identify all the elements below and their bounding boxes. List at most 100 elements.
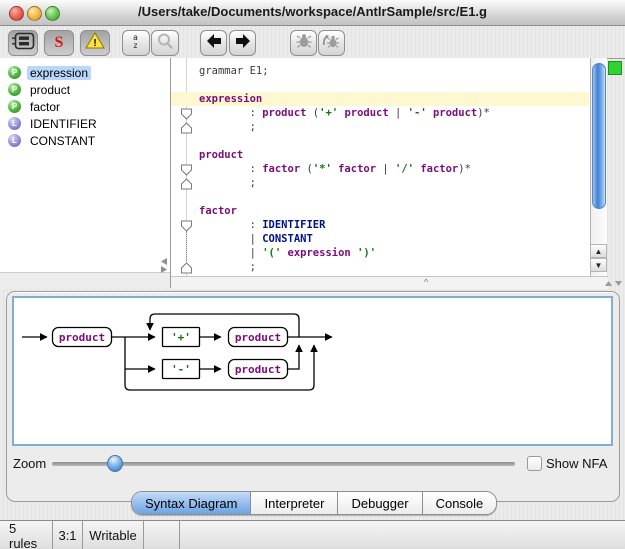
code-token: '+'	[319, 107, 338, 119]
tab-interpreter[interactable]: Interpreter	[251, 492, 338, 514]
rules-scroll-arrows[interactable]	[158, 257, 170, 273]
diagram-label-product-2: product	[235, 331, 281, 344]
rule-item-label: IDENTIFIER	[27, 117, 100, 131]
rule-item-label: CONSTANT	[27, 134, 98, 148]
rules-list: PexpressionPproductPfactorLIDENTIFIERLCO…	[0, 58, 170, 278]
view-tabs: Syntax DiagramInterpreterDebuggerConsole	[131, 491, 497, 515]
code-area[interactable]: grammar E1; expression : product ('+' pr…	[199, 64, 589, 274]
code-token: :	[199, 107, 262, 119]
vertical-scrollbar-thumb[interactable]	[592, 63, 606, 209]
horizontal-scrollbar[interactable]	[171, 276, 608, 289]
code-line[interactable]: factor	[199, 204, 589, 218]
arrow-left-icon	[205, 33, 223, 54]
fold-region-connector	[186, 231, 187, 261]
code-token: IDENTIFIER	[262, 219, 325, 231]
rule-item-factor[interactable]: Pfactor	[0, 98, 170, 115]
syntax-coloring-button[interactable]: S	[44, 30, 74, 56]
code-line[interactable]: : factor ('*' factor | '/' factor)*	[199, 162, 589, 176]
arrow-right-icon	[234, 33, 252, 54]
code-token: factor	[338, 163, 376, 175]
bug-icon	[295, 33, 313, 54]
rule-item-product[interactable]: Pproduct	[0, 81, 170, 98]
code-token: product	[199, 149, 243, 161]
tab-debugger[interactable]: Debugger	[338, 492, 422, 514]
fold-start-marker[interactable]	[180, 163, 193, 175]
svg-text:!: !	[93, 38, 96, 49]
forward-button[interactable]	[229, 30, 256, 56]
warning-icon: !	[85, 32, 105, 54]
code-token: factor	[262, 163, 300, 175]
window-title: /Users/take/Documents/workspace/AntlrSam…	[0, 4, 625, 19]
svg-text:z: z	[133, 41, 138, 50]
code-token: '/'	[395, 163, 414, 175]
fold-end-marker[interactable]	[180, 177, 193, 189]
parser-rule-icon: P	[8, 83, 21, 96]
code-token: |	[376, 163, 395, 175]
rule-item-expression[interactable]: Pexpression	[0, 64, 170, 81]
sort-az-icon: az	[129, 32, 143, 55]
code-line[interactable]: ;	[199, 176, 589, 190]
zoom-slider-thumb[interactable]	[107, 455, 123, 472]
code-token: CONSTANT	[262, 233, 313, 245]
rule-item-label: factor	[27, 100, 63, 114]
fold-start-marker[interactable]	[180, 107, 193, 119]
code-line[interactable]: ;	[199, 260, 589, 274]
debug-remote-button	[318, 30, 345, 56]
fold-end-marker[interactable]	[180, 261, 193, 273]
syntax-diagram-button[interactable]	[8, 30, 38, 56]
code-token: |	[199, 247, 262, 259]
split-adjust-arrows[interactable]	[605, 280, 623, 287]
code-token: ;	[199, 177, 256, 189]
fold-end-marker[interactable]	[180, 121, 193, 133]
code-line[interactable]: : product ('+' product | '-' product)*	[199, 106, 589, 120]
tab-syntax-diagram[interactable]: Syntax Diagram	[132, 492, 251, 514]
rule-item-constant[interactable]: LCONSTANT	[0, 132, 170, 149]
sort-rules-button[interactable]: az	[122, 30, 150, 56]
writable-status: Writable	[83, 521, 144, 549]
scroll-up-button[interactable]: ▲	[590, 244, 607, 258]
code-token: product	[344, 107, 388, 119]
scroll-down-button[interactable]: ▼	[590, 258, 607, 272]
diagram-label-product-3: product	[235, 363, 281, 376]
lexer-rule-icon: L	[8, 117, 21, 130]
railroad-diagram: product '+' product '-' product	[14, 298, 611, 444]
code-token: |	[199, 233, 262, 245]
code-line[interactable]	[199, 190, 589, 204]
rule-item-label: expression	[27, 66, 91, 80]
parser-rule-icon: P	[8, 100, 21, 113]
code-line[interactable]: ;	[199, 120, 589, 134]
diagram-label-plus: '+'	[171, 331, 191, 344]
code-token: expression	[199, 93, 262, 105]
find-button	[151, 30, 179, 56]
code-line[interactable]: expression	[171, 92, 589, 106]
show-nfa-checkbox[interactable]	[527, 456, 542, 471]
code-token: ')'	[357, 247, 376, 259]
tab-console[interactable]: Console	[423, 492, 497, 514]
fold-start-marker[interactable]	[180, 219, 193, 231]
code-token: ;	[199, 261, 256, 273]
code-token: grammar E1;	[199, 65, 269, 77]
code-line[interactable]: grammar E1;	[199, 64, 589, 78]
splitter-collapse-handle[interactable]: ^	[424, 278, 428, 287]
code-token: |	[389, 107, 408, 119]
rule-item-identifier[interactable]: L IDENTIFIER	[0, 115, 170, 132]
grammar-editor[interactable]: grammar E1; expression : product ('+' pr…	[171, 58, 590, 276]
syntax-diagram-canvas[interactable]: product '+' product '-' product	[12, 296, 613, 446]
title-bar: /Users/take/Documents/workspace/AntlrSam…	[0, 0, 625, 26]
warnings-button[interactable]: !	[80, 30, 110, 56]
code-line[interactable]: | CONSTANT	[199, 232, 589, 246]
code-token: '*'	[313, 163, 332, 175]
bug-attach-icon	[322, 33, 341, 54]
code-line[interactable]	[199, 134, 589, 148]
code-line[interactable]	[199, 78, 589, 92]
code-line[interactable]: | '(' expression ')'	[199, 246, 589, 260]
status-bar: 5 rules3:1Writable	[0, 520, 625, 549]
code-line[interactable]: product	[199, 148, 589, 162]
code-token: :	[199, 163, 262, 175]
code-token: factor	[420, 163, 458, 175]
code-token: :	[199, 219, 262, 231]
back-button[interactable]	[200, 30, 227, 56]
code-line[interactable]: : IDENTIFIER	[199, 218, 589, 232]
diagram-label-product-1: product	[59, 331, 105, 344]
code-token: expression	[288, 247, 351, 259]
